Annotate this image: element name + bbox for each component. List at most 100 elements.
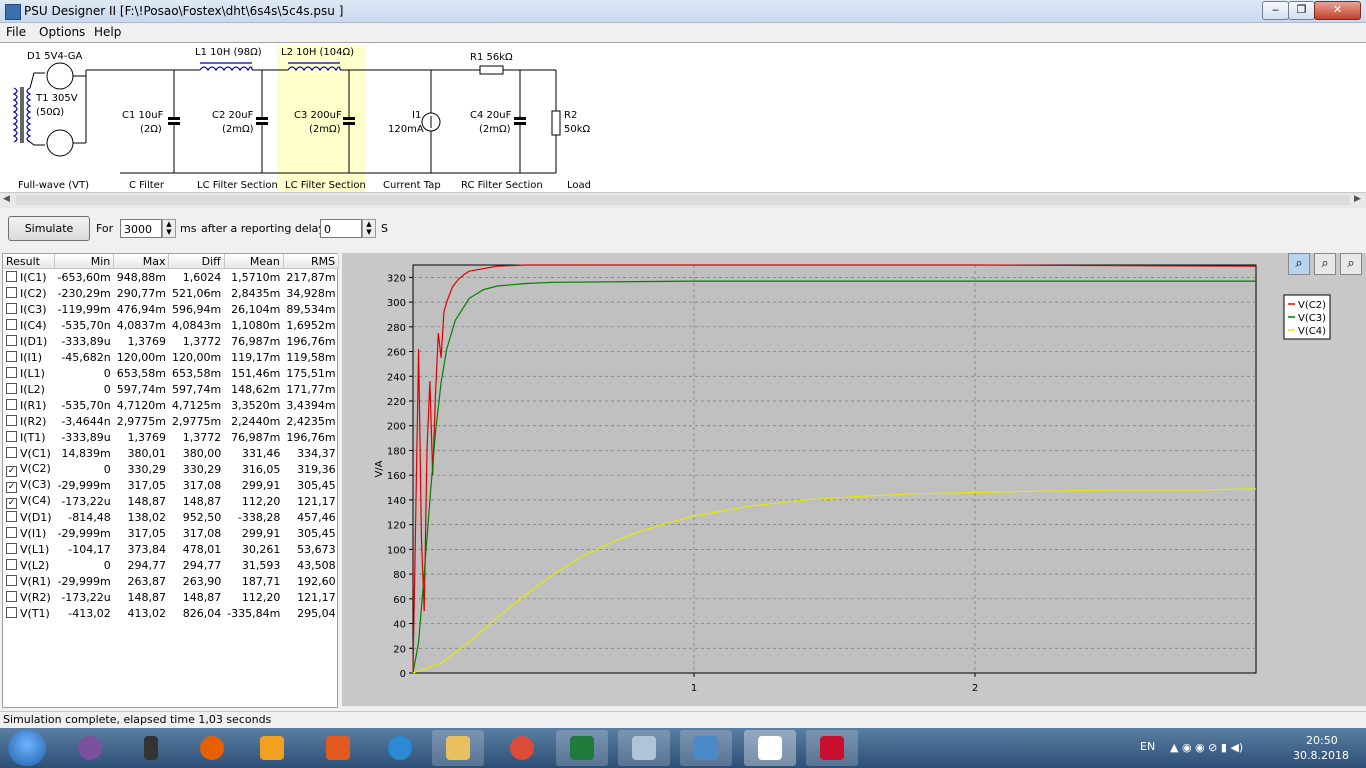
result-checkbox[interactable]: [6, 318, 17, 330]
result-checkbox[interactable]: ✓: [6, 465, 17, 477]
clock-date[interactable]: 30.8.2018: [1293, 749, 1349, 762]
taskbar-explorer[interactable]: [432, 730, 484, 766]
taskbar-security[interactable]: [130, 730, 182, 766]
col-diff[interactable]: Diff: [168, 254, 225, 269]
scroll-left-icon[interactable]: ◀: [3, 194, 10, 204]
result-name-cell[interactable]: I(R2): [3, 413, 55, 429]
taskbar-pdf[interactable]: [806, 730, 858, 766]
t1-label[interactable]: T1 305V: [36, 93, 78, 104]
minimize-button[interactable]: ‒: [1262, 1, 1289, 20]
result-name-cell[interactable]: V(L1): [3, 541, 55, 557]
close-button[interactable]: ✕: [1314, 1, 1361, 20]
result-name-cell[interactable]: I(C1): [3, 269, 55, 286]
taskbar-ie[interactable]: [374, 730, 426, 766]
result-name-cell[interactable]: I(D1): [3, 333, 55, 349]
schematic-scrollbar[interactable]: ◀ ▶: [0, 192, 1366, 209]
taskbar-media-player[interactable]: [246, 730, 298, 766]
col-min[interactable]: Min: [54, 254, 115, 269]
result-name-cell[interactable]: I(L2): [3, 381, 55, 397]
result-checkbox[interactable]: [6, 446, 17, 458]
result-name-cell[interactable]: ✓ V(C2): [3, 461, 55, 477]
menu-file[interactable]: File: [6, 25, 26, 39]
result-name-cell[interactable]: V(R1): [3, 573, 55, 589]
result-checkbox[interactable]: [6, 526, 17, 538]
result-checkbox[interactable]: [6, 334, 17, 346]
col-mean[interactable]: Mean: [224, 254, 284, 269]
c2-label[interactable]: C2 20uF: [212, 110, 253, 121]
result-name-cell[interactable]: V(T1): [3, 605, 55, 621]
r2-label[interactable]: R2: [564, 110, 577, 121]
l2-label[interactable]: L2 10H (104Ω): [281, 47, 354, 58]
d1-label[interactable]: D1 5V4-GA: [27, 51, 82, 62]
r1-label[interactable]: R1 56kΩ: [470, 52, 513, 63]
duration-input[interactable]: 3000: [120, 219, 162, 238]
simulate-button[interactable]: Simulate: [8, 216, 90, 241]
result-checkbox[interactable]: [6, 590, 17, 602]
result-name-cell[interactable]: V(D1): [3, 509, 55, 525]
taskbar-app[interactable]: [312, 730, 364, 766]
result-name-cell[interactable]: I(I1): [3, 349, 55, 365]
result-diff-cell: 294,77: [182, 558, 222, 572]
result-checkbox[interactable]: ✓: [6, 481, 17, 493]
result-checkbox[interactable]: ✓: [6, 497, 17, 509]
taskbar-photos[interactable]: [680, 730, 732, 766]
result-name-cell[interactable]: I(C3): [3, 301, 55, 317]
c4-label[interactable]: C4 20uF: [470, 110, 511, 121]
taskbar-chrome[interactable]: [496, 730, 548, 766]
delay-spinner[interactable]: ▲ ▼: [362, 219, 376, 238]
c1-label[interactable]: C1 10uF: [122, 110, 163, 121]
result-checkbox[interactable]: [6, 270, 17, 282]
result-checkbox[interactable]: [6, 606, 17, 618]
l1-label[interactable]: L1 10H (98Ω): [195, 47, 262, 58]
maximize-button[interactable]: ❐: [1288, 1, 1315, 20]
result-checkbox[interactable]: [6, 574, 17, 586]
zoom-fit-icon[interactable]: ⌕: [1288, 253, 1310, 275]
result-checkbox[interactable]: [6, 286, 17, 298]
c3-label[interactable]: C3 200uF: [294, 110, 342, 121]
clock-time[interactable]: 20:50: [1306, 734, 1338, 747]
col-result[interactable]: Result: [3, 254, 56, 269]
result-checkbox[interactable]: [6, 558, 17, 570]
result-checkbox[interactable]: [6, 350, 17, 362]
taskbar-firefox[interactable]: [186, 730, 238, 766]
i1-label[interactable]: I1: [412, 110, 421, 121]
result-name-cell[interactable]: V(C1): [3, 445, 55, 461]
zoom-in-icon[interactable]: ⌕: [1314, 253, 1336, 275]
result-name-cell[interactable]: I(L1): [3, 365, 55, 381]
scrollbar-thumb[interactable]: [16, 195, 1350, 205]
col-rms[interactable]: RMS: [283, 254, 340, 269]
result-checkbox[interactable]: [6, 510, 17, 522]
result-name-cell[interactable]: I(T1): [3, 429, 55, 445]
zoom-out-icon[interactable]: ⌕: [1340, 253, 1362, 275]
menu-options[interactable]: Options: [39, 25, 85, 39]
result-name-cell[interactable]: V(R2): [3, 589, 55, 605]
result-name: V(L1): [20, 542, 50, 556]
result-name-cell[interactable]: I(R1): [3, 397, 55, 413]
result-name-cell[interactable]: ✓ V(C3): [3, 477, 55, 493]
y-tick-label: 280: [387, 323, 406, 334]
taskbar-calculator[interactable]: [618, 730, 670, 766]
result-checkbox[interactable]: [6, 542, 17, 554]
taskbar-excel[interactable]: [556, 730, 608, 766]
language-indicator[interactable]: EN: [1140, 740, 1155, 753]
result-checkbox[interactable]: [6, 382, 17, 394]
result-checkbox[interactable]: [6, 302, 17, 314]
taskbar-viber[interactable]: [64, 730, 116, 766]
taskbar-psu-designer[interactable]: [744, 730, 796, 766]
result-name-cell[interactable]: I(C2): [3, 285, 55, 301]
scroll-right-icon[interactable]: ▶: [1354, 194, 1361, 204]
delay-input[interactable]: 0: [320, 219, 362, 238]
result-checkbox[interactable]: [6, 414, 17, 426]
start-button[interactable]: [8, 730, 46, 766]
result-checkbox[interactable]: [6, 366, 17, 378]
result-checkbox[interactable]: [6, 430, 17, 442]
menu-help[interactable]: Help: [94, 25, 121, 39]
result-checkbox[interactable]: [6, 398, 17, 410]
tray-icons[interactable]: ▲ ◉ ◉ ⊘ ▮ ◀): [1170, 741, 1243, 754]
result-name-cell[interactable]: I(C4): [3, 317, 55, 333]
duration-spinner[interactable]: ▲ ▼: [162, 219, 176, 238]
result-name-cell[interactable]: V(I1): [3, 525, 55, 541]
result-name-cell[interactable]: V(L2): [3, 557, 55, 573]
result-name-cell[interactable]: ✓ V(C4): [3, 493, 55, 509]
col-max[interactable]: Max: [113, 254, 170, 269]
